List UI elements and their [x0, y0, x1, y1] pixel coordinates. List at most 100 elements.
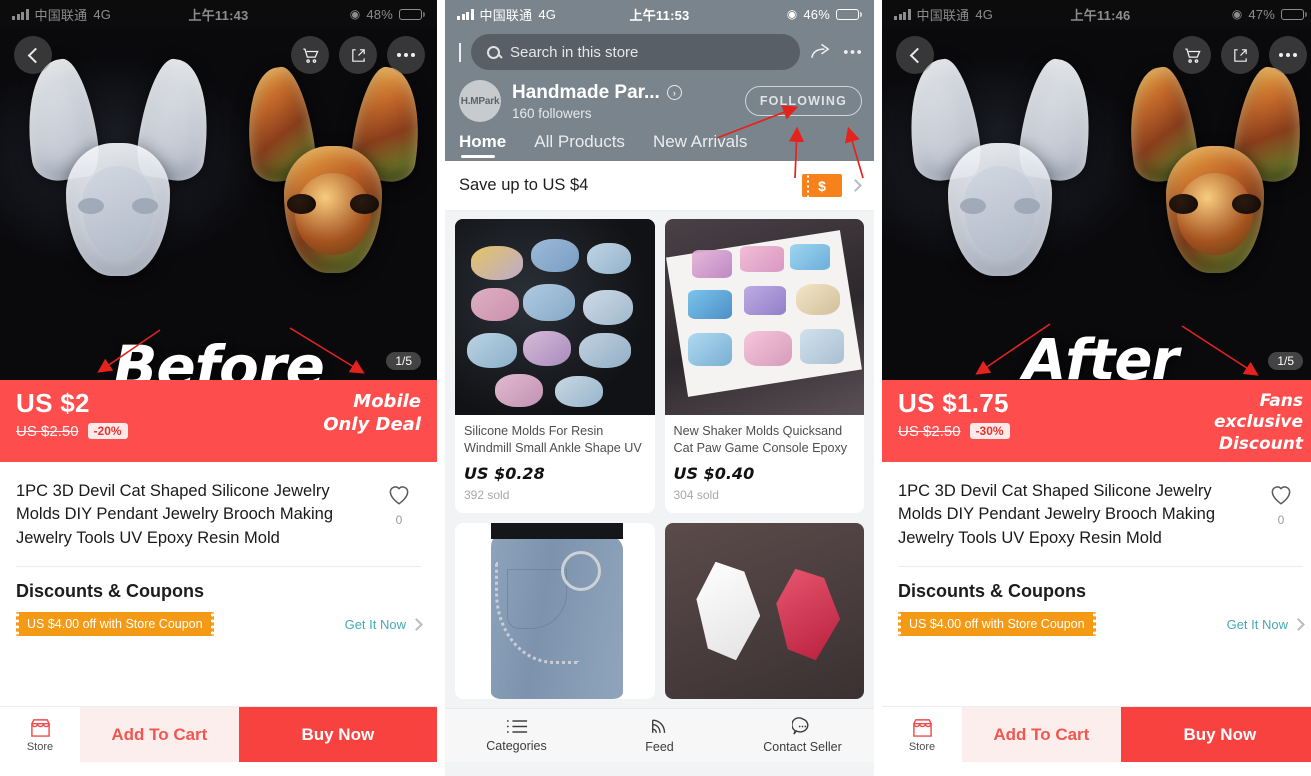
product-card[interactable]: Silicone Molds For Resin Windmill Small … [455, 219, 655, 513]
add-to-cart-button[interactable]: Add To Cart [80, 707, 239, 762]
tab-home[interactable]: Home [459, 132, 506, 161]
deal-line-1: Mobile [353, 391, 421, 412]
tab-contact-seller[interactable]: Contact Seller [731, 709, 874, 762]
back-chevron-icon [459, 43, 461, 62]
price-banner-right: US $1.75 US $2.50 -30% Fans exclusive Di… [882, 380, 1311, 462]
back-button[interactable] [455, 43, 461, 62]
more-button[interactable] [387, 36, 425, 74]
store-coupon-chip[interactable]: US $4.00 off with Store Coupon [16, 612, 214, 637]
add-to-cart-button[interactable]: Add To Cart [962, 707, 1121, 762]
store-name[interactable]: Handmade Par... › [512, 82, 682, 104]
current-price: US $2 [16, 388, 90, 418]
heart-icon [389, 486, 409, 505]
following-button[interactable]: FOLLOWING [744, 86, 862, 116]
network-label: 4G [93, 6, 112, 22]
battery-percent: 47% [1248, 6, 1275, 22]
coupon-dollar-icon: $ [802, 174, 842, 197]
product-image-before[interactable]: Before 1/5 [0, 28, 437, 380]
battery-percent: 46% [803, 6, 830, 22]
product-price: US $0.28 [464, 464, 545, 483]
coupon-row: US $4.00 off with Store Coupon Get It No… [882, 602, 1311, 637]
cart-icon [1184, 48, 1201, 63]
price-banner-left: US $2 US $2.50 -20% Mobile Only Deal [0, 380, 437, 462]
search-placeholder: Search in this store [510, 43, 639, 61]
location-icon: ◉ [349, 7, 361, 21]
more-button[interactable] [1269, 36, 1307, 74]
status-right-group: ◉ 47% [1232, 7, 1307, 22]
product-title: 1PC 3D Devil Cat Shaped Silicone Jewelry… [16, 482, 334, 547]
product-card[interactable] [455, 523, 655, 699]
discount-badge: -30% [969, 423, 1010, 440]
network-label: 4G [975, 6, 994, 22]
share-icon [1233, 48, 1247, 62]
store-coupon-chip[interactable]: US $4.00 off with Store Coupon [898, 612, 1096, 637]
buy-now-button[interactable]: Buy Now [1120, 707, 1311, 762]
tab-new-arrivals[interactable]: New Arrivals [653, 132, 747, 161]
store-label: Store [908, 740, 936, 753]
battery-icon [1281, 8, 1307, 20]
battery-percent: 48% [366, 6, 393, 22]
signal-bars-icon [457, 8, 474, 20]
share-forward-icon[interactable] [810, 42, 833, 62]
favorite-button[interactable]: 0 [1259, 480, 1303, 550]
store-tabs: Home All Products New Arrivals [445, 126, 874, 161]
promo-bar[interactable]: Save up to US $4 $ [445, 161, 874, 211]
tab-feed[interactable]: Feed [588, 709, 731, 762]
share-button[interactable] [1221, 36, 1259, 74]
buy-now-button[interactable]: Buy Now [238, 707, 437, 762]
favorite-count: 0 [395, 513, 403, 527]
resin-casting-image [1119, 63, 1311, 286]
tab-all-products[interactable]: All Products [534, 132, 625, 161]
chat-bubble-icon [792, 717, 809, 735]
image-counter: 1/5 [1268, 352, 1303, 370]
get-it-now-label: Get It Now [344, 616, 406, 632]
silicone-mold-image [17, 55, 219, 290]
status-left-group: 中国联通 4G [457, 5, 556, 24]
status-bar-left: 中国联通 4G 上午11:43 ◉ 48% [0, 0, 437, 28]
carrier-label: 中国联通 [479, 7, 533, 23]
share-button[interactable] [339, 36, 377, 74]
get-it-now-link[interactable]: Get It Now [344, 616, 423, 632]
product-image-after[interactable]: After 1/5 [882, 28, 1311, 380]
store-icon [912, 718, 932, 737]
location-icon: ◉ [786, 7, 798, 21]
status-right-group: ◉ 46% [787, 7, 862, 22]
product-thumbnail [664, 523, 864, 699]
search-input[interactable]: Search in this store [471, 34, 800, 70]
image-counter: 1/5 [386, 352, 421, 370]
back-button[interactable] [14, 36, 52, 74]
back-button[interactable] [896, 36, 934, 74]
product-card[interactable] [664, 523, 864, 699]
jeans-image [455, 523, 655, 699]
favorite-button[interactable]: 0 [377, 480, 421, 550]
store-info-row: H.MPark Handmade Par... › 160 followers … [445, 78, 874, 126]
product-price: US $0.40 [673, 464, 755, 483]
signal-bars-icon [894, 8, 911, 20]
deal-line-2: Only Deal [323, 413, 421, 435]
product-title-row: 1PC 3D Devil Cat Shaped Silicone Jewelry… [882, 462, 1311, 550]
panel-store-home: 中国联通 4G 上午11:53 ◉ 46% Search in this sto… [445, 0, 874, 776]
store-button[interactable]: Store [0, 707, 80, 762]
store-avatar[interactable]: H.MPark [459, 80, 501, 122]
search-row: Search in this store [445, 28, 874, 78]
cart-icon [302, 48, 319, 63]
top-actions [291, 36, 425, 74]
tab-label: Categories [486, 739, 547, 753]
product-card[interactable]: New Shaker Molds Quicksand Cat Paw Game … [664, 219, 865, 513]
product-card-body: New Shaker Molds Quicksand Cat Paw Game … [665, 415, 865, 513]
tab-categories[interactable]: Categories [445, 709, 588, 762]
more-dots-icon[interactable] [843, 49, 862, 55]
chevron-right-icon [410, 617, 423, 631]
overlay-word-before: Before [113, 333, 325, 380]
cart-button[interactable] [291, 36, 329, 74]
store-button[interactable]: Store [882, 707, 962, 762]
get-it-now-link[interactable]: Get It Now [1227, 617, 1305, 632]
store-label: Store [26, 740, 54, 753]
silicone-mold-image [899, 55, 1101, 290]
rss-feed-icon [651, 719, 665, 733]
battery-icon [399, 8, 425, 20]
back-chevron-icon [909, 47, 925, 63]
carrier-label: 中国联通 [34, 7, 88, 23]
deal-label: Fans exclusive Discount [1214, 391, 1303, 455]
cart-button[interactable] [1173, 36, 1211, 74]
